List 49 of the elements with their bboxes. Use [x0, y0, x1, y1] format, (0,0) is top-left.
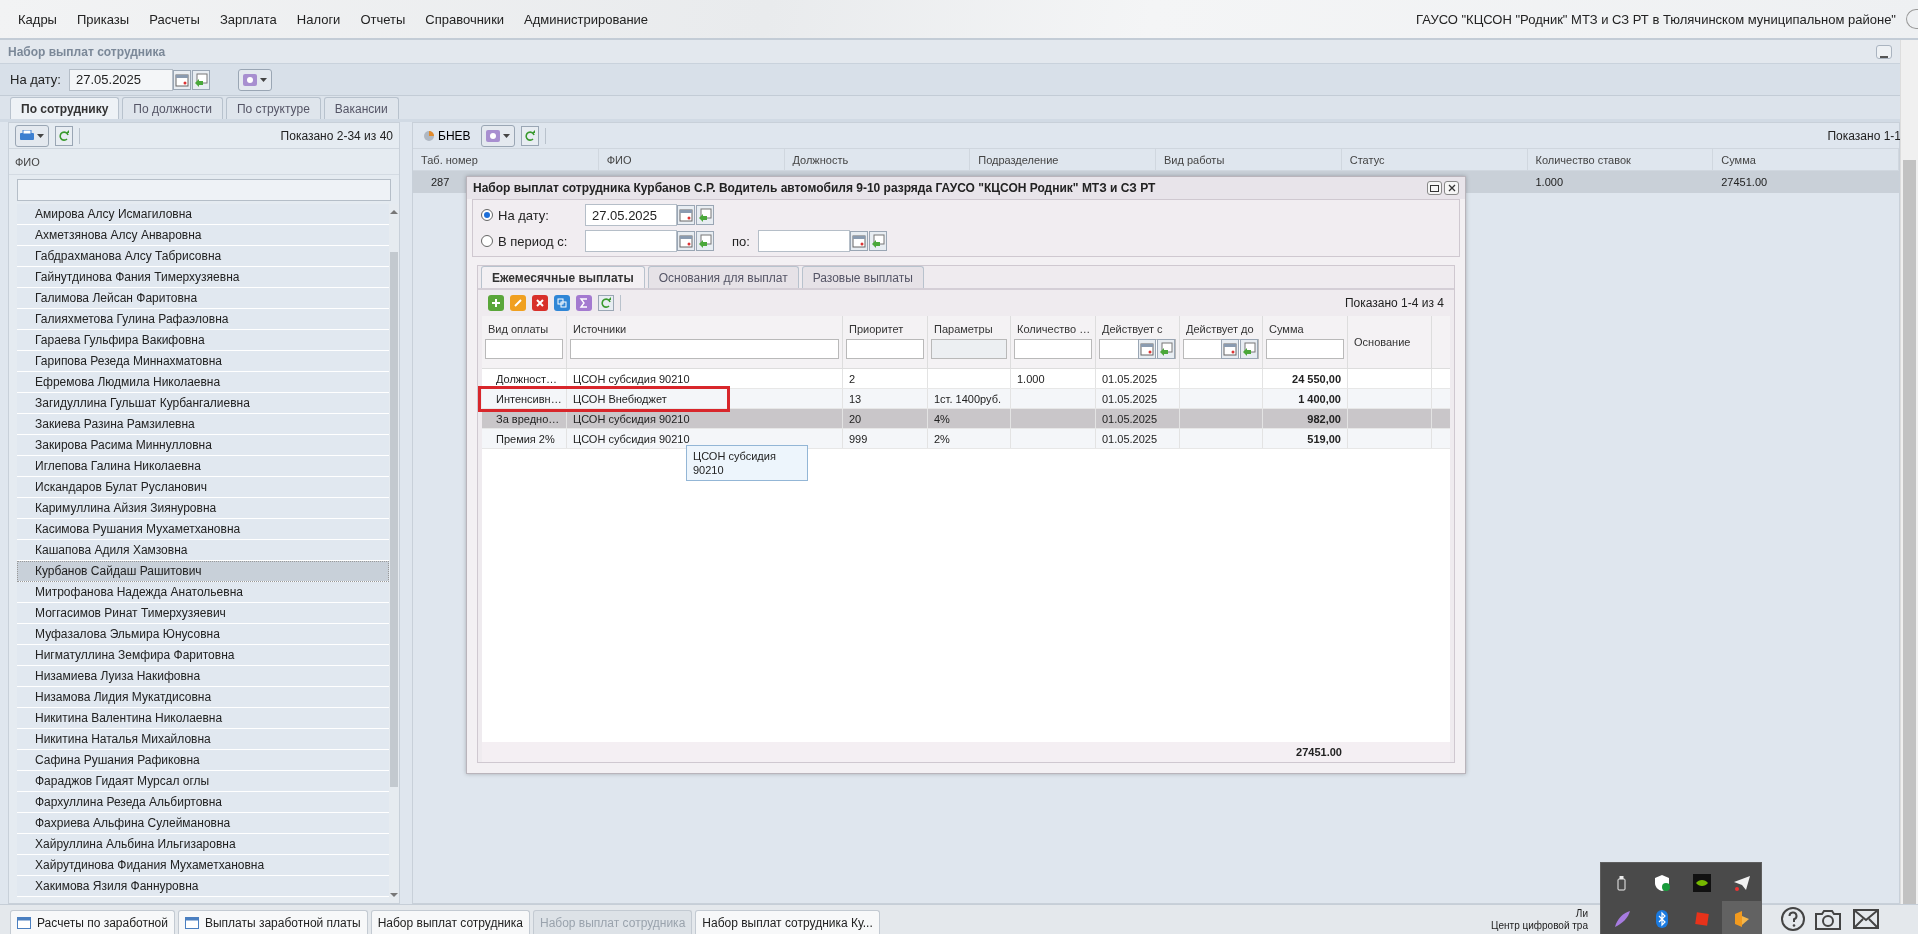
table-cell: 20 [849, 412, 862, 425]
column-header: Источники [572, 322, 628, 337]
table-cell: Премия 2% [496, 432, 555, 445]
table-cell: 1.000 [1017, 372, 1045, 385]
column-header: Вид оплаты [487, 322, 550, 337]
table-cell: 287 [431, 176, 450, 188]
table-cell: ЦСОН субсидия 90210 [573, 432, 690, 445]
table-cell: 2 [849, 372, 856, 385]
table-cell: 27451.00 [1721, 176, 1768, 188]
column-header: Приоритет [848, 322, 905, 337]
column-header: Основание [1353, 335, 1412, 350]
table-cell: 4% [934, 412, 950, 425]
total-sum: 27451.00 [1296, 746, 1342, 758]
tooltip: ЦСОН субсидия 90210 [686, 445, 808, 481]
record-count: Показано 1-4 из 4 [1344, 296, 1444, 310]
table-cell: ЦСОН Внебюджет [573, 392, 667, 405]
table-cell: За вредно… [496, 412, 560, 425]
column-header: Количество … [1016, 322, 1092, 337]
period-end-label: по: [732, 233, 750, 249]
status-text: Ли [1575, 907, 1588, 920]
column-header: Сумма [1268, 322, 1305, 337]
column-header: Действует с [1101, 322, 1164, 337]
table-cell: 519,00 [1307, 432, 1341, 445]
date-label: На дату: [10, 72, 61, 87]
status-text: Центр цифровой тра [1491, 919, 1588, 932]
record-count: Показано 1-1 [1827, 128, 1901, 143]
column-header: Действует до [1185, 322, 1255, 337]
record-count: Показано 2-34 из 40 [280, 128, 393, 143]
table-cell: 2% [934, 432, 950, 445]
table-cell: Должност… [496, 372, 557, 385]
table-cell: 1ст. 1400руб. [934, 392, 1001, 405]
organization-name: ГАУСО "КЦСОН "Родник" МТЗ и СЗ РТ в Тюлячинском муниципальном районе" [1416, 11, 1896, 27]
table-cell: 01.05.2025 [1102, 372, 1158, 385]
column-header: ФИО [15, 155, 40, 168]
table-cell: ЦСОН субсидия 90210 [573, 412, 690, 425]
table-cell: Интенсивн… [496, 392, 562, 405]
table-cell: 1.000 [1535, 176, 1564, 188]
dialog-title: Набор выплат сотрудника Курбанов С.Р. Водитель автомобиля 9-10 разряда ГАУСО "КЦСОН Родник" МТЗ и СЗ РТ [473, 181, 1156, 195]
table-cell: 982,00 [1307, 412, 1341, 425]
panel-title: Набор выплат сотрудника [8, 44, 166, 59]
table-cell: 999 [849, 432, 868, 445]
table-cell: 01.05.2025 [1102, 412, 1158, 425]
table-cell: 13 [849, 392, 862, 405]
table-cell: 1 400,00 [1298, 392, 1341, 405]
table-cell: 24 550,00 [1292, 372, 1341, 385]
table-cell: 01.05.2025 [1102, 432, 1158, 445]
table-cell: ЦСОН субсидия 90210 [573, 372, 690, 385]
table-cell: 01.05.2025 [1102, 392, 1158, 405]
column-header: Параметры [933, 322, 994, 337]
